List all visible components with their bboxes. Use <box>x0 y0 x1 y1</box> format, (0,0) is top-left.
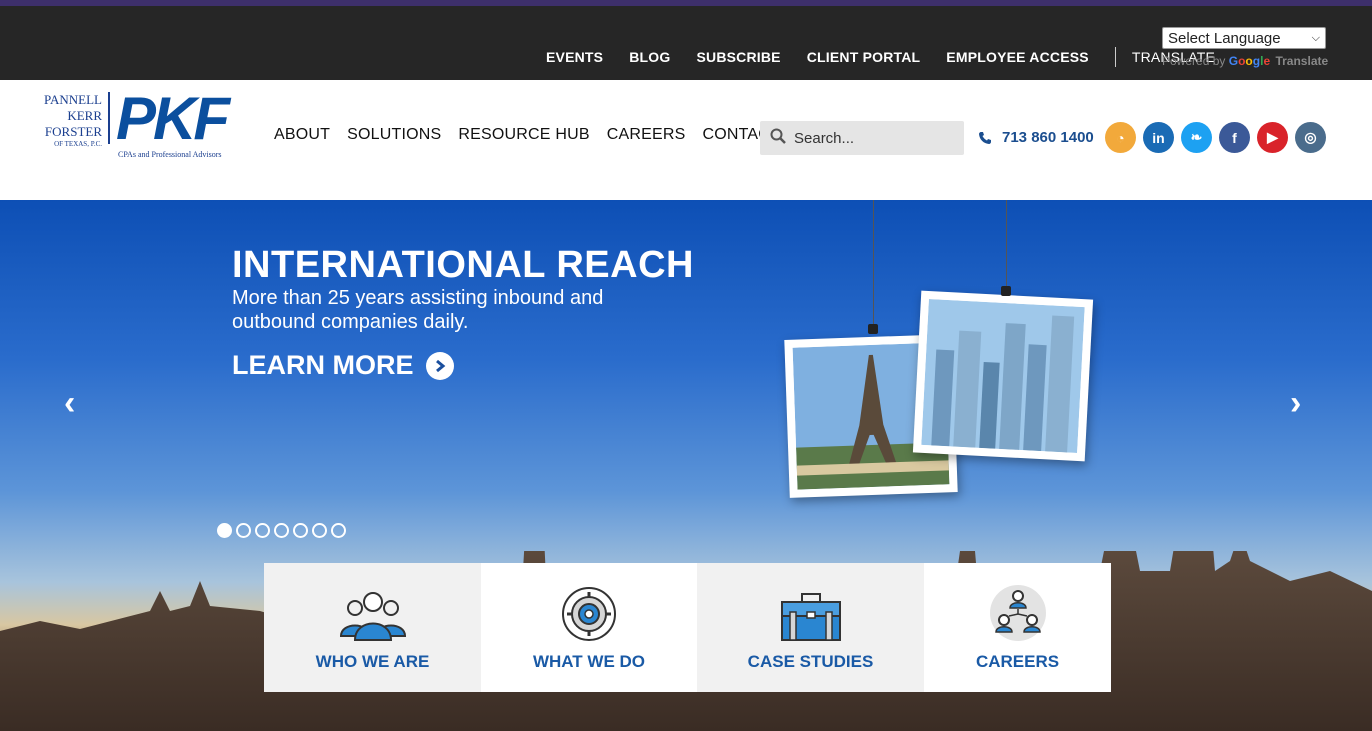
hero-title: INTERNATIONAL REACH <box>232 244 694 286</box>
careers-tile[interactable]: CAREERS <box>924 563 1111 692</box>
slide-dot-1[interactable] <box>217 523 232 538</box>
who-we-are-tile[interactable]: WHO WE ARE <box>264 563 481 692</box>
blog-link[interactable]: BLOG <box>629 49 670 65</box>
linkedin-icon[interactable]: in <box>1143 122 1174 153</box>
prev-slide-arrow-icon[interactable]: ‹ <box>64 384 75 423</box>
photo-clip <box>1001 286 1011 296</box>
main-header: PANNELL KERR FORSTER OF TEXAS, P.C. PKF … <box>0 80 1372 200</box>
language-select[interactable]: Select Language ⌵ <box>1162 27 1326 49</box>
tile-label: CAREERS <box>975 652 1060 671</box>
pkf-logo[interactable]: PANNELL KERR FORSTER OF TEXAS, P.C. PKF … <box>40 85 250 165</box>
hanging-string <box>873 200 874 328</box>
team-icon <box>339 592 406 641</box>
powered-by-label: Powered by <box>1162 54 1226 68</box>
learn-more-label: LEARN MORE <box>232 350 414 380</box>
translate-brand: Translate <box>1275 54 1329 68</box>
slide-dot-7[interactable] <box>331 523 346 538</box>
hero-subtitle: More than 25 years assisting inbound and… <box>232 287 604 333</box>
youtube-icon[interactable]: ▶ <box>1257 122 1288 153</box>
slide-dot-2[interactable] <box>236 523 251 538</box>
gear-icon <box>562 587 616 641</box>
google-logo: Google <box>1228 54 1271 68</box>
tile-label: WHO WE ARE <box>315 652 430 671</box>
learn-more-button[interactable]: LEARN MORE <box>232 350 454 381</box>
search-input[interactable] <box>794 129 954 147</box>
next-slide-arrow-icon[interactable]: › <box>1290 384 1301 423</box>
skyline-photo <box>912 290 1094 462</box>
slide-indicators <box>217 523 350 538</box>
twitter-icon[interactable]: ❧ <box>1181 122 1212 153</box>
powered-by-google: Powered by Google Translate <box>1162 54 1328 68</box>
nav-about[interactable]: ABOUT <box>274 126 330 144</box>
slide-dot-5[interactable] <box>293 523 308 538</box>
phone-label: 713 860 1400 <box>1002 129 1094 146</box>
language-select-value: Select Language <box>1168 29 1281 47</box>
phone-number[interactable]: 713 860 1400 <box>978 129 1094 146</box>
logo-tagline: CPAs and Professional Advisors <box>118 150 222 159</box>
tile-label: WHAT WE DO <box>532 652 646 671</box>
nav-solutions[interactable]: SOLUTIONS <box>347 126 441 144</box>
logo-wordmark: PANNELL KERR FORSTER OF TEXAS, P.C. <box>43 92 102 148</box>
utility-nav: EVENTS BLOG SUBSCRIBE CLIENT PORTAL EMPL… <box>546 47 1215 67</box>
photo-clip <box>868 324 878 334</box>
search-box[interactable] <box>760 121 964 155</box>
instagram-icon[interactable]: ◎ <box>1295 122 1326 153</box>
main-nav: ABOUT SOLUTIONS RESOURCE HUB CAREERS CON… <box>274 126 797 144</box>
hanging-string <box>1006 200 1007 290</box>
facebook-icon[interactable]: f <box>1219 122 1250 153</box>
nav-resource-hub[interactable]: RESOURCE HUB <box>458 126 589 144</box>
logo-divider <box>108 92 110 144</box>
slide-dot-4[interactable] <box>274 523 289 538</box>
slide-dot-3[interactable] <box>255 523 270 538</box>
nav-careers[interactable]: CAREERS <box>607 126 686 144</box>
employee-access-link[interactable]: EMPLOYEE ACCESS <box>946 49 1089 65</box>
client-portal-link[interactable]: CLIENT PORTAL <box>807 49 921 65</box>
search-icon[interactable] <box>770 128 786 149</box>
briefcase-icon <box>780 593 841 641</box>
events-link[interactable]: EVENTS <box>546 49 603 65</box>
utility-divider <box>1114 47 1116 67</box>
utility-bar: EVENTS BLOG SUBSCRIBE CLIENT PORTAL EMPL… <box>0 0 1372 80</box>
slide-dot-6[interactable] <box>312 523 327 538</box>
case-studies-tile[interactable]: CASE STUDIES <box>697 563 924 692</box>
feature-tiles: WHO WE ARE WHAT WE DO CASE STUDIES CAREE… <box>264 563 1111 692</box>
phone-icon <box>979 131 991 144</box>
social-links: ◔ in ❧ f ▶ ◎ <box>1105 122 1333 153</box>
tile-label: CASE STUDIES <box>747 652 874 671</box>
what-we-do-tile[interactable]: WHAT WE DO <box>481 563 697 692</box>
network-icon <box>989 585 1046 641</box>
chevron-down-icon: ⌵ <box>1311 31 1320 44</box>
chevron-right-icon <box>425 351 454 380</box>
rss-icon[interactable]: ◔ <box>1105 122 1136 153</box>
subscribe-link[interactable]: SUBSCRIBE <box>696 49 780 65</box>
logo-mark: PKF <box>116 85 230 152</box>
